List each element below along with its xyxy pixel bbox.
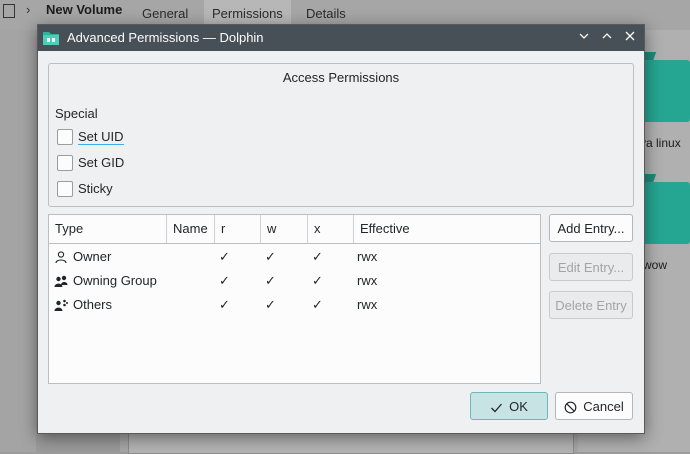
- column-header-type[interactable]: Type: [49, 215, 167, 243]
- dialog-titlebar[interactable]: Advanced Permissions — Dolphin: [38, 25, 644, 51]
- folder-label[interactable]: va linux: [640, 136, 681, 150]
- check-icon: ✓: [265, 297, 276, 312]
- cancel-button-label: Cancel: [583, 399, 624, 414]
- set-uid-label[interactable]: Set UID: [78, 129, 124, 145]
- acl-table[interactable]: Type Name r w x Effective Owner ✓ ✓ ✓ rw…: [48, 214, 541, 384]
- ok-button-label: OK: [509, 399, 528, 414]
- check-icon: ✓: [265, 273, 276, 288]
- check-icon: ✓: [312, 297, 323, 312]
- check-icon: ✓: [219, 273, 230, 288]
- check-icon: ✓: [219, 297, 230, 312]
- background-sidebar: [0, 30, 36, 452]
- group-icon: [54, 275, 68, 287]
- check-icon: ✓: [219, 249, 230, 264]
- sticky-checkbox[interactable]: [57, 181, 73, 197]
- folder-label[interactable]: wow: [643, 258, 667, 272]
- special-label: Special: [55, 106, 98, 121]
- set-gid-label[interactable]: Set GID: [78, 155, 124, 170]
- add-entry-button[interactable]: Add Entry...: [549, 214, 633, 242]
- user-icon: [55, 251, 67, 264]
- dialog-title: Advanced Permissions — Dolphin: [67, 30, 264, 45]
- advanced-permissions-dialog: Advanced Permissions — Dolphin Access Pe…: [37, 24, 645, 434]
- access-permissions-title: Access Permissions: [282, 70, 400, 85]
- row-type: Owner: [73, 249, 112, 264]
- column-header-w[interactable]: w: [261, 215, 308, 243]
- column-header-x[interactable]: x: [308, 215, 354, 243]
- cancel-icon: [564, 401, 577, 414]
- access-permissions-group: Access Permissions Special Set UID Set G…: [48, 63, 634, 207]
- folder-icon[interactable]: [640, 60, 690, 122]
- acl-table-header: Type Name r w x Effective: [49, 215, 540, 244]
- dolphin-app-icon: [43, 32, 59, 45]
- panel-icon: [3, 4, 15, 18]
- minimize-button[interactable]: [574, 28, 594, 48]
- delete-entry-button[interactable]: Delete Entry: [549, 291, 633, 319]
- column-header-effective[interactable]: Effective: [354, 215, 540, 243]
- column-header-r[interactable]: r: [215, 215, 261, 243]
- chevron-up-icon: [602, 33, 612, 39]
- check-icon: ✓: [265, 249, 276, 264]
- row-type: Others: [73, 297, 113, 312]
- chevron-right-icon: ›: [26, 2, 31, 17]
- table-row[interactable]: Owning Group ✓ ✓ ✓ rwx: [49, 269, 540, 293]
- row-type: Owning Group: [73, 273, 157, 288]
- set-gid-checkbox[interactable]: [57, 155, 73, 171]
- check-icon: [491, 403, 503, 413]
- cancel-button[interactable]: Cancel: [555, 392, 633, 420]
- background-window-title: New Volume: [46, 2, 123, 17]
- check-icon: ✓: [312, 249, 323, 264]
- row-effective: rwx: [357, 273, 378, 288]
- table-row[interactable]: Owner ✓ ✓ ✓ rwx: [49, 245, 540, 269]
- folder-icon[interactable]: [640, 182, 690, 244]
- ok-button[interactable]: OK: [470, 392, 548, 420]
- row-effective: rwx: [357, 249, 378, 264]
- sticky-label[interactable]: Sticky: [78, 181, 113, 196]
- set-uid-checkbox[interactable]: [57, 129, 73, 145]
- close-button[interactable]: [620, 28, 640, 48]
- others-icon: [54, 299, 68, 311]
- close-icon: [625, 31, 635, 41]
- chevron-down-icon: [579, 33, 589, 39]
- check-icon: ✓: [312, 273, 323, 288]
- table-row[interactable]: Others ✓ ✓ ✓ rwx: [49, 293, 540, 317]
- column-header-name[interactable]: Name: [167, 215, 215, 243]
- maximize-button[interactable]: [597, 28, 617, 48]
- edit-entry-button[interactable]: Edit Entry...: [549, 253, 633, 281]
- row-effective: rwx: [357, 297, 378, 312]
